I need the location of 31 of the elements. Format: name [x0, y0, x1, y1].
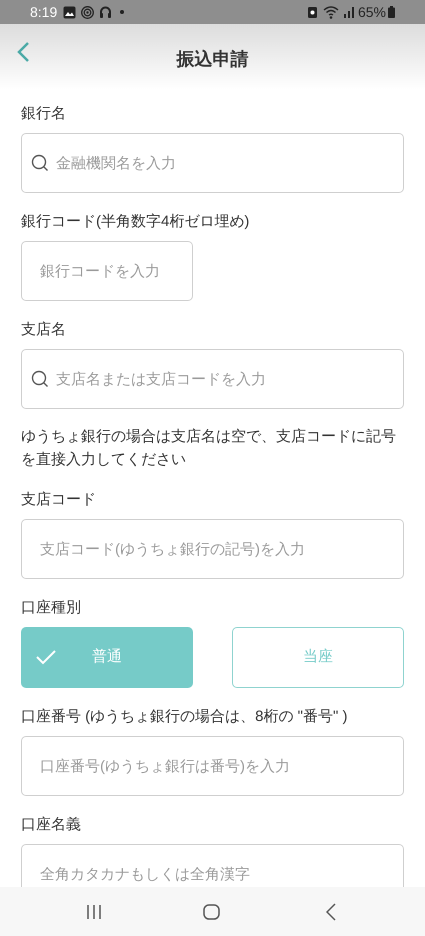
field-label: 口座名義 — [21, 815, 82, 835]
battery-saver-icon — [308, 6, 317, 18]
page-title: 振込申請 — [176, 48, 248, 70]
recent-apps-icon[interactable] — [86, 905, 102, 919]
help-note: ゆうちょ銀行の場合は支店名は空で、支店コードに記号を直接入力してください — [21, 427, 397, 470]
input-field[interactable]: 口座番号(ゆうちょ銀行は番号)を入力 — [21, 736, 404, 796]
back-icon[interactable] — [326, 903, 336, 921]
search-field[interactable]: 支店名または支店コードを入力 — [21, 349, 404, 409]
wifi-icon — [322, 6, 341, 18]
account-type-option[interactable]: 当座 — [232, 627, 404, 688]
dot-icon — [120, 10, 124, 14]
target-icon — [81, 6, 94, 18]
battery-percent: 65% — [358, 2, 386, 22]
headset-icon — [99, 6, 112, 18]
input-field[interactable]: 支店コード(ゆうちょ銀行の記号)を入力 — [21, 519, 404, 579]
status-time: 8:19 — [30, 2, 58, 22]
field-label: 支店コード — [21, 490, 97, 510]
account-type-option[interactable]: 普通 — [21, 627, 193, 688]
battery-icon — [388, 6, 395, 18]
field-label: 銀行コード(半角数字4桁ゼロ埋め) — [21, 212, 250, 232]
check-icon — [36, 649, 56, 665]
field-label: 銀行名 — [21, 104, 67, 124]
image-icon — [63, 6, 76, 18]
input-field[interactable]: 全角カタカナもしくは全角漢字 — [21, 844, 404, 887]
search-field[interactable]: 金融機関名を入力 — [21, 133, 404, 193]
field-label: 口座番号 (ゆうちょ銀行の場合は、8桁の "番号" ) — [21, 707, 348, 727]
home-icon[interactable] — [203, 904, 220, 920]
signal-icon — [344, 6, 354, 18]
field-label: 口座種別 — [21, 598, 82, 618]
input-field[interactable]: 銀行コードを入力 — [21, 241, 193, 301]
field-label: 支店名 — [21, 320, 67, 340]
